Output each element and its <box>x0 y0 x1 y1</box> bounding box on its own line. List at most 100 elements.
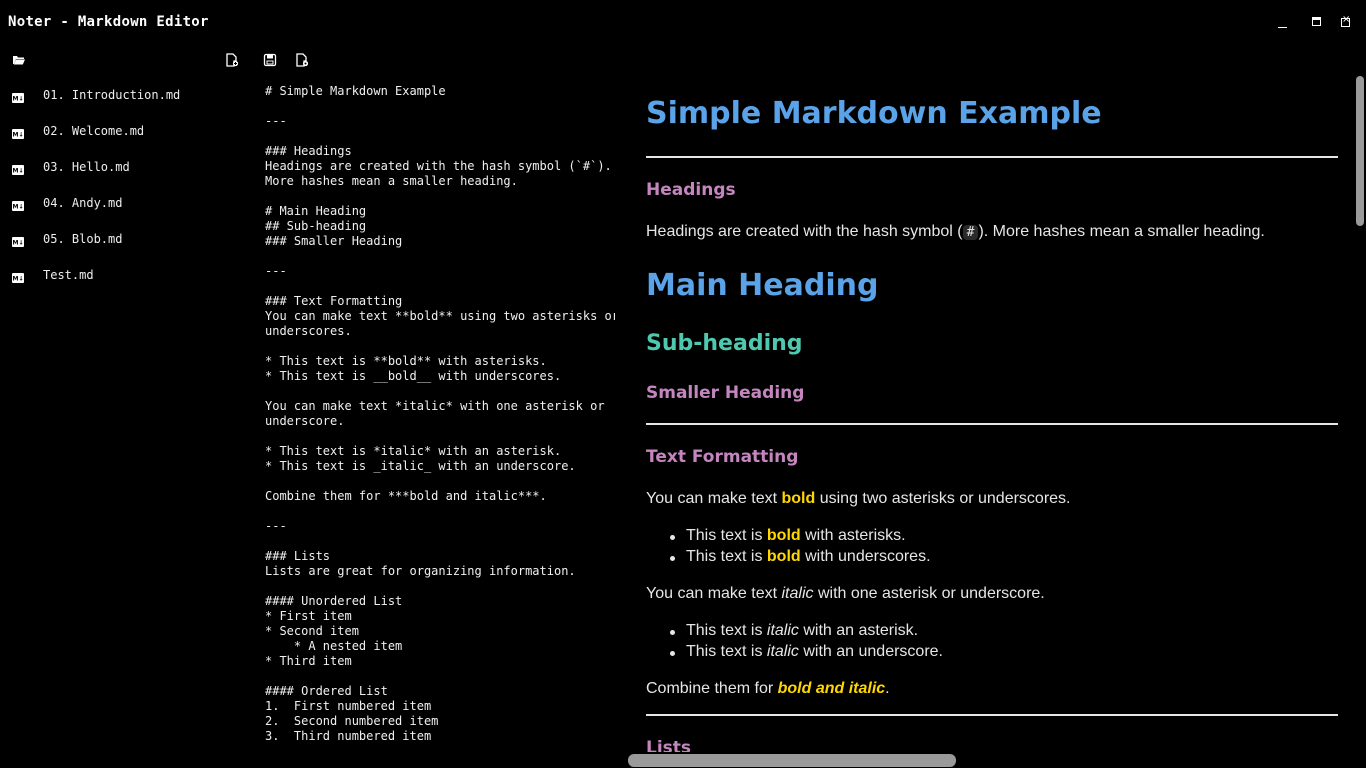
preview-divider <box>646 156 1338 158</box>
close-button[interactable] <box>1335 12 1357 34</box>
preview-sub-heading: Sub-heading <box>646 331 803 356</box>
editor-line: * First item <box>265 609 352 623</box>
preview-h1-title: Simple Markdown Example <box>646 96 1102 131</box>
svg-text:M↓: M↓ <box>13 276 24 283</box>
file-label: Test.md <box>43 268 94 282</box>
editor-line: Combine them for ***bold and italic***. <box>265 489 547 503</box>
editor-line: * This text is *italic* with an asterisk… <box>265 444 562 458</box>
editor-line: ### Smaller Heading <box>265 234 403 248</box>
text: with underscores. <box>800 548 931 565</box>
editor-line: More hashes mean a smaller heading. <box>265 174 518 188</box>
bold-italic-text: bold and italic <box>777 680 886 697</box>
text: Combine them for <box>646 680 778 697</box>
markdown-editor[interactable]: # Simple Markdown Example --- ### Headings… <box>265 84 615 764</box>
preview-headings-paragraph: Headings are created with the hash symbo… <box>646 223 1265 241</box>
file-label: 03. Hello.md <box>43 160 130 174</box>
editor-line: Lists are great for organizing informati… <box>265 564 576 578</box>
vertical-scrollbar-thumb[interactable] <box>1356 76 1364 226</box>
save-icon[interactable] <box>263 52 279 68</box>
editor-line: #### Ordered List <box>265 684 388 698</box>
inline-code: # <box>962 225 979 240</box>
window-title: Noter - Markdown Editor <box>8 14 209 30</box>
editor-line: #### Unordered List <box>265 594 403 608</box>
preview-h3-text-formatting: Text Formatting <box>646 447 799 467</box>
file-item-hello[interactable]: M↓ 03. Hello.md <box>0 156 240 184</box>
preview-h3-lists: Lists <box>646 738 692 752</box>
text: This text is <box>686 527 767 544</box>
svg-text:M↓: M↓ <box>13 168 24 175</box>
file-item-welcome[interactable]: M↓ 02. Welcome.md <box>0 120 240 148</box>
text: This text is <box>686 622 767 639</box>
open-folder-icon[interactable] <box>12 52 28 68</box>
file-item-test[interactable]: M↓ Test.md <box>0 264 240 292</box>
preview-smaller-heading: Smaller Heading <box>646 383 805 403</box>
text: . <box>885 680 890 697</box>
editor-line: underscores. <box>265 324 352 338</box>
markdown-file-icon: M↓ <box>12 232 24 247</box>
text: This text is <box>686 643 767 660</box>
editor-line: # Main Heading <box>265 204 367 218</box>
editor-line: ### Headings <box>265 144 352 158</box>
editor-line: ### Lists <box>265 549 331 563</box>
file-label: 01. Introduction.md <box>43 88 181 102</box>
editor-line: --- <box>265 114 287 128</box>
list-item: This text is bold with underscores. <box>670 548 931 566</box>
text: This text is <box>686 548 767 565</box>
new-file-icon[interactable] <box>225 52 241 68</box>
file-item-blob[interactable]: M↓ 05. Blob.md <box>0 228 240 256</box>
editor-line: * Second item <box>265 624 359 638</box>
editor-line: underscore. <box>265 414 345 428</box>
horizontal-scrollbar-thumb[interactable] <box>628 754 956 767</box>
editor-line: * This text is **bold** with asterisks. <box>265 354 547 368</box>
file-label: 05. Blob.md <box>43 232 123 246</box>
list-item: This text is bold with asterisks. <box>670 527 906 545</box>
svg-text:M↓: M↓ <box>13 204 24 211</box>
text: using two asterisks or underscores. <box>815 490 1071 507</box>
file-item-andy[interactable]: M↓ 04. Andy.md <box>0 192 240 220</box>
italic-text: italic <box>766 622 799 639</box>
bold-text: bold <box>766 548 801 565</box>
preview-paragraph-italic: You can make text italic with one asteri… <box>646 585 1045 603</box>
editor-line: * Third item <box>265 654 352 668</box>
editor-line: You can make text **bold** using two ast… <box>265 309 615 323</box>
preview-h3-headings: Headings <box>646 180 736 200</box>
svg-text:M↓: M↓ <box>13 132 24 139</box>
editor-line: --- <box>265 519 287 533</box>
editor-line: 3. Third numbered item <box>265 729 432 743</box>
list-item: This text is italic with an asterisk. <box>669 622 918 640</box>
title-bar: Noter - Markdown Editor <box>0 0 1366 46</box>
editor-line: * A nested item <box>265 639 403 653</box>
markdown-file-icon: M↓ <box>12 160 24 175</box>
editor-line: ## Sub-heading <box>265 219 367 233</box>
preview-divider <box>646 423 1338 425</box>
preview-paragraph-combine: Combine them for bold and italic. <box>646 680 890 698</box>
text: You can make text <box>646 490 782 507</box>
file-item-introduction[interactable]: M↓ 01. Introduction.md <box>0 84 240 112</box>
text: You can make text <box>646 585 782 602</box>
preview-paragraph-bold: You can make text bold using two asteris… <box>646 490 1070 508</box>
text: with asterisks. <box>800 527 906 544</box>
editor-line: --- <box>265 264 287 278</box>
bold-text: bold <box>766 527 801 544</box>
file-settings-icon[interactable] <box>295 52 311 68</box>
svg-text:M↓: M↓ <box>13 96 24 103</box>
italic-text: italic <box>781 585 814 602</box>
markdown-preview: Simple Markdown Example Headings Heading… <box>646 80 1338 752</box>
minimize-button[interactable] <box>1272 12 1294 34</box>
maximize-button[interactable] <box>1306 12 1328 34</box>
bold-text: bold <box>781 490 816 507</box>
markdown-file-icon: M↓ <box>12 88 24 103</box>
preview-main-heading: Main Heading <box>646 268 879 303</box>
italic-text: italic <box>766 643 799 660</box>
